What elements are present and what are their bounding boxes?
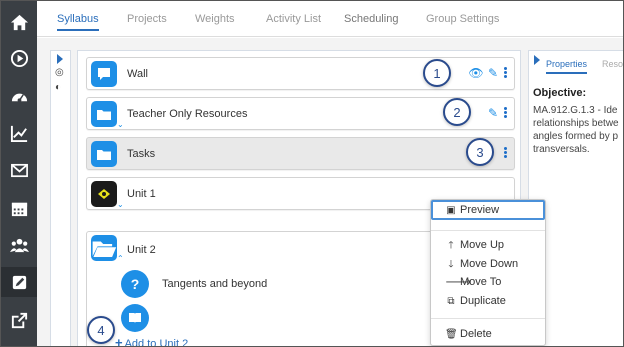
mail-icon[interactable]	[1, 155, 37, 185]
dashboard-icon[interactable]	[1, 81, 37, 111]
content-area: ◎ ◐ Wall 👁 ✎ ⌄ Teacher Only Resources ✎	[37, 38, 623, 347]
menu-divider	[431, 318, 545, 319]
objective-heading: Objective:	[533, 87, 587, 99]
tab-activity-list[interactable]: Activity List	[266, 13, 321, 25]
objective-text: relationships betwe	[533, 118, 619, 129]
more-options-icon[interactable]	[504, 147, 508, 161]
menu-item-preview[interactable]: ▣ Preview	[445, 204, 499, 216]
target-icon[interactable]: ◎	[55, 67, 64, 78]
image-icon: ▣	[446, 205, 456, 216]
trash-icon: 🗑	[445, 329, 458, 340]
tab-scheduling[interactable]: Scheduling	[344, 13, 398, 25]
calendar-icon[interactable]	[1, 193, 37, 223]
menu-item-move-down[interactable]: 🡓 Move Down	[445, 257, 518, 274]
menu-divider	[431, 230, 545, 231]
folder-icon	[91, 141, 117, 167]
pencil-icon[interactable]	[1, 267, 37, 297]
open-folder-icon	[91, 235, 117, 261]
list-item-tasks[interactable]: Tasks	[86, 137, 515, 170]
visibility-icon[interactable]: 👁	[468, 66, 483, 80]
chat-icon	[91, 61, 117, 87]
tab-properties[interactable]: Properties	[546, 59, 588, 74]
tab-projects[interactable]: Projects	[127, 13, 167, 25]
edit-icon[interactable]: ✎	[486, 66, 500, 80]
collapse-caret-icon[interactable]	[534, 55, 540, 65]
objective-text: MA.912.G.1.3 - Ide	[533, 105, 618, 116]
item-label: Teacher Only Resources	[127, 108, 248, 120]
menu-item-duplicate[interactable]: ⧉ Duplicate	[445, 295, 505, 307]
book-icon	[121, 304, 149, 332]
plus-icon: +	[115, 335, 123, 347]
chevron-up-icon[interactable]: ⌃	[117, 254, 124, 263]
tab-weights[interactable]: Weights	[195, 13, 235, 25]
callout-2: 2	[443, 98, 471, 126]
arrow-down-icon: 🡓	[448, 259, 454, 270]
expand-caret-icon[interactable]	[57, 54, 63, 64]
more-options-icon[interactable]	[504, 107, 508, 121]
play-icon[interactable]	[1, 43, 37, 73]
chart-icon[interactable]	[1, 118, 37, 148]
top-tabs: Syllabus Projects Weights Activity List …	[37, 1, 623, 37]
app-frame: Syllabus Projects Weights Activity List …	[0, 0, 624, 347]
users-icon[interactable]	[1, 230, 37, 260]
unit-2-item-label[interactable]: Tangents and beyond	[162, 278, 267, 290]
menu-item-delete[interactable]: 🗑 Delete	[445, 328, 492, 340]
left-nav-rail	[1, 1, 37, 346]
question-icon: ?	[121, 270, 149, 298]
external-link-icon[interactable]	[1, 305, 37, 335]
duplicate-icon: ⧉	[447, 296, 455, 307]
chevron-down-icon[interactable]: ⌄	[117, 120, 124, 129]
unit-image-icon	[91, 181, 117, 207]
left-side-panel: ◎ ◐	[50, 50, 71, 346]
tab-resources[interactable]: Reso	[602, 59, 623, 69]
tab-group-settings[interactable]: Group Settings	[426, 13, 499, 25]
add-to-unit-link[interactable]: + Add to Unit 2	[115, 335, 188, 347]
folder-icon	[91, 101, 117, 127]
menu-item-move-up[interactable]: 🡑 Move Up	[445, 238, 504, 255]
item-label: Tasks	[127, 148, 156, 160]
callout-4: 4	[87, 316, 115, 344]
item-label: Unit 1	[127, 188, 156, 200]
tab-syllabus[interactable]: Syllabus	[57, 13, 99, 31]
arrow-right-icon: 🡒	[445, 277, 472, 288]
item-label: Wall	[127, 68, 148, 80]
callout-1: 1	[423, 59, 451, 87]
callout-3: 3	[466, 138, 494, 166]
arrow-up-icon: 🡑	[448, 240, 454, 251]
more-options-icon[interactable]	[504, 67, 508, 81]
edit-icon[interactable]: ✎	[486, 106, 500, 120]
menu-item-move-to[interactable]: 🡒Move To	[445, 276, 501, 288]
home-icon[interactable]	[1, 7, 37, 37]
objective-text: angles formed by p	[533, 131, 619, 142]
item-label: Unit 2	[127, 244, 156, 256]
item-actions-menu: ▣ Preview 🡑 Move Up 🡓 Move Down 🡒Move To ⧉ D…	[430, 199, 546, 346]
objective-text: transversals.	[533, 144, 590, 155]
chevron-down-icon[interactable]: ⌄	[117, 200, 124, 209]
shield-icon[interactable]: ◐	[55, 82, 61, 93]
